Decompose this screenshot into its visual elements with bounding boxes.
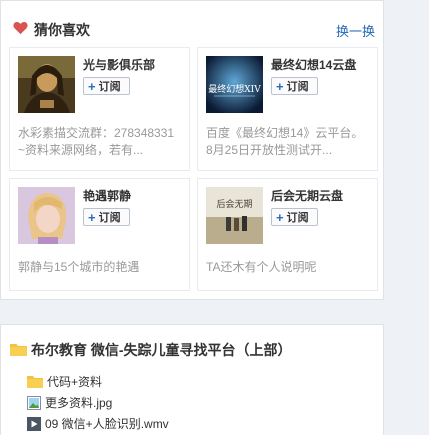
card-thumbnail[interactable]: 后会无期 xyxy=(206,187,263,244)
recommend-card[interactable]: 艳遇郭静 + 订阅 郭静与15个城市的艳遇 xyxy=(9,178,190,291)
subscribe-label: 订阅 xyxy=(286,81,309,93)
card-desc-line: 郭静与15个城市的艳遇 xyxy=(18,260,140,274)
card-name[interactable]: 光与影俱乐部 xyxy=(83,56,155,73)
thumb-logo-text: 后会无期 xyxy=(216,198,252,210)
recommend-card[interactable]: 后会无期 后会无期云盘 + 订阅 TA还木有个人说明呢 xyxy=(197,178,378,291)
recommend-panel: 猜你喜欢 换一换 光与影俱乐部 + 订阅 水彩素描交流群：278348331 ~… xyxy=(0,0,384,300)
refresh-link[interactable]: 换一换 xyxy=(336,21,375,40)
recommend-card[interactable]: 最终幻想XIV 最终幻想14云盘 + 订阅 百度《最终幻想14》云平台。 8月2… xyxy=(197,47,378,171)
file-name: 09 微信+人脸识别.wmv xyxy=(45,417,169,431)
file-item[interactable]: 09 微信+人脸识别.wmv xyxy=(27,415,169,434)
card-thumbnail[interactable] xyxy=(18,56,75,113)
card-name[interactable]: 最终幻想14云盘 xyxy=(271,56,356,73)
card-thumbnail[interactable]: 最终幻想XIV xyxy=(206,56,263,113)
recommend-card[interactable]: 光与影俱乐部 + 订阅 水彩素描交流群：278348331 ~资料来源网络，若有… xyxy=(9,47,190,171)
plus-icon: + xyxy=(276,78,284,94)
plus-icon: + xyxy=(276,209,284,225)
plus-icon: + xyxy=(88,209,96,225)
card-description: 水彩素描交流群：278348331 ~资料来源网络，若有... xyxy=(18,125,174,159)
card-name[interactable]: 艳遇郭静 xyxy=(83,187,131,204)
card-description: 百度《最终幻想14》云平台。 8月25日开放性测试开... xyxy=(206,125,363,159)
subscribe-label: 订阅 xyxy=(98,212,121,224)
heart-icon xyxy=(13,21,29,35)
file-item[interactable]: 代码+资料 xyxy=(27,373,102,392)
subscribe-button[interactable]: + 订阅 xyxy=(83,208,130,226)
folder-title[interactable]: 布尔教育 微信-失踪儿童寻找平台（上部） xyxy=(10,340,292,360)
image-file-icon xyxy=(27,396,41,413)
folder-title-text: 布尔教育 微信-失踪儿童寻找平台（上部） xyxy=(31,342,292,358)
subscribe-label: 订阅 xyxy=(286,212,309,224)
subscribe-button[interactable]: + 订阅 xyxy=(271,77,318,95)
folder-icon xyxy=(10,343,27,360)
card-description: TA还木有个人说明呢 xyxy=(206,259,316,276)
file-item[interactable]: 更多资料.jpg xyxy=(27,394,112,413)
card-desc-line: 百度《最终幻想14》云平台。 xyxy=(206,126,364,140)
card-desc-line: TA还木有个人说明呢 xyxy=(206,260,317,274)
card-description: 郭静与15个城市的艳遇 xyxy=(18,259,139,276)
folder-panel: 布尔教育 微信-失踪儿童寻找平台（上部） 代码+资料 更多资料.jpg 09 微… xyxy=(0,324,384,435)
subscribe-button[interactable]: + 订阅 xyxy=(271,208,318,226)
card-name[interactable]: 后会无期云盘 xyxy=(271,187,343,204)
card-desc-line: ~资料来源网络，若有... xyxy=(18,143,144,157)
video-file-icon xyxy=(27,417,41,434)
thumb-logo-text: 最终幻想XIV xyxy=(208,83,261,95)
subscribe-label: 订阅 xyxy=(98,81,121,93)
file-name: 更多资料.jpg xyxy=(45,396,113,410)
card-desc-line: 8月25日开放性测试开... xyxy=(206,143,333,157)
plus-icon: + xyxy=(88,78,96,94)
recommend-title: 猜你喜欢 xyxy=(34,22,90,38)
file-name: 代码+资料 xyxy=(47,375,103,389)
subscribe-button[interactable]: + 订阅 xyxy=(83,77,130,95)
recommend-header: 猜你喜欢 换一换 xyxy=(13,20,375,40)
card-thumbnail[interactable] xyxy=(18,187,75,244)
folder-icon xyxy=(27,376,43,392)
card-desc-line: 水彩素描交流群：278348331 xyxy=(18,126,175,140)
